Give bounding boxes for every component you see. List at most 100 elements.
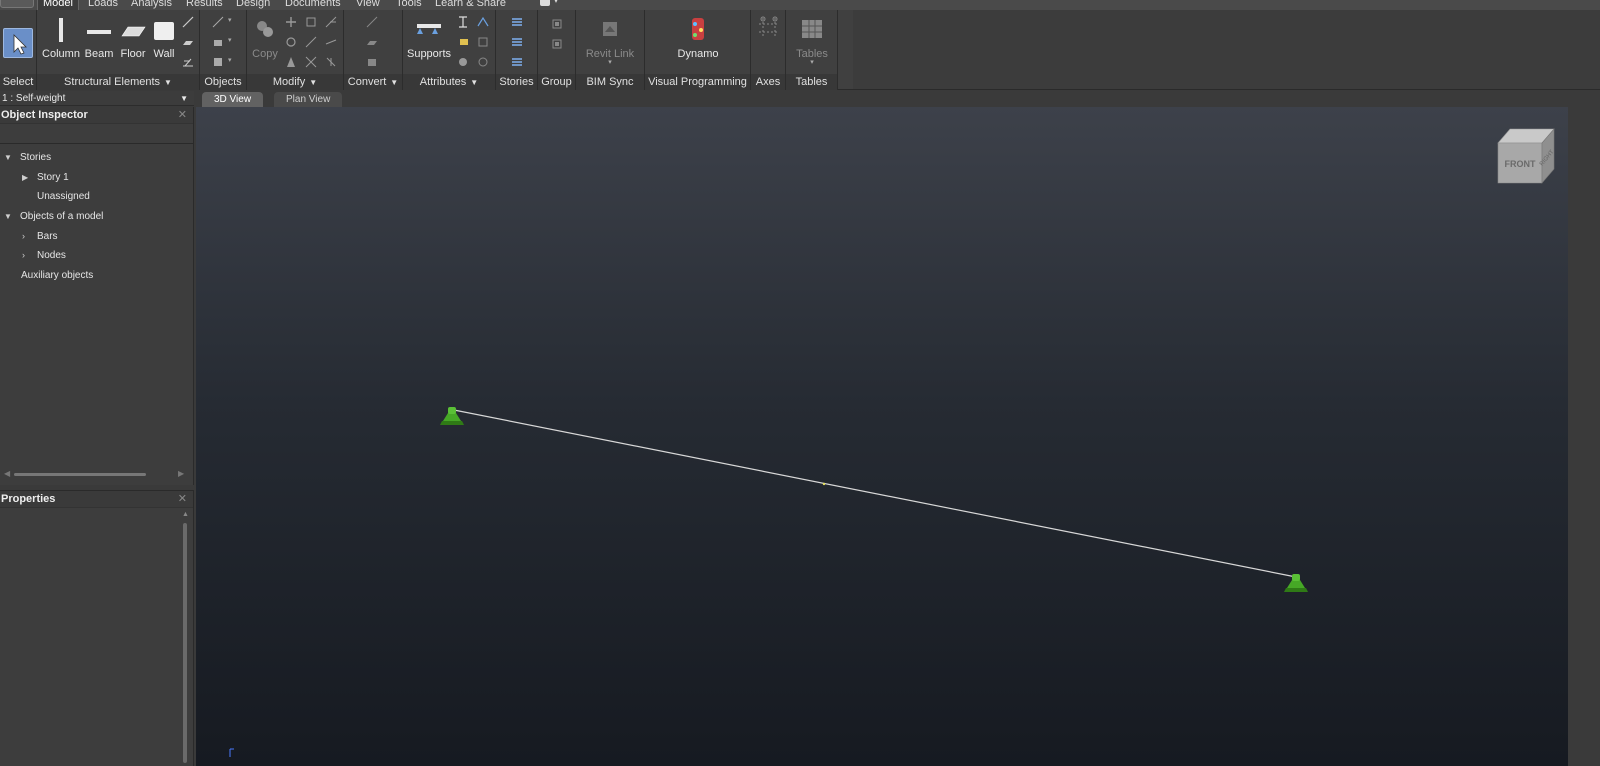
thickness-icon[interactable] — [457, 56, 469, 68]
panel-title-convert[interactable]: Convert ▼ — [344, 74, 402, 90]
tab-loads[interactable]: Loads — [88, 0, 118, 10]
move-icon[interactable] — [285, 16, 297, 28]
bar-midpoint-marker — [822, 482, 826, 486]
select-button[interactable] — [3, 28, 33, 58]
load-case-selector[interactable]: 1 : Self-weight ▼ — [0, 91, 194, 106]
divide-icon[interactable] — [325, 56, 337, 68]
rotate-icon[interactable] — [285, 36, 297, 48]
properties-title-bar: Properties ✕ — [0, 491, 193, 508]
tab-results[interactable]: Results — [186, 0, 223, 10]
chevron-right-icon[interactable]: › — [22, 231, 25, 241]
axes-icon[interactable] — [757, 16, 781, 40]
story-manager-icon[interactable] — [511, 36, 523, 48]
collapsed-triangle-icon[interactable]: ▶ — [22, 173, 28, 182]
floor-button[interactable]: Floor — [118, 14, 148, 60]
panel-convert: Convert ▼ — [344, 10, 403, 90]
rigid-link-icon[interactable] — [477, 56, 489, 68]
column-button[interactable]: Column — [42, 14, 80, 60]
panel-title-modify-label: Modify — [272, 76, 306, 88]
3d-viewport[interactable]: FRONT RIGHT — [196, 107, 1568, 766]
tables-button[interactable]: Tables ▾ — [792, 14, 832, 66]
solid-dropdown-icon[interactable]: ▾ — [228, 56, 232, 64]
tab-analysis[interactable]: Analysis — [131, 0, 172, 10]
tab-view[interactable]: View — [356, 0, 380, 10]
scroll-right-icon[interactable]: ▶ — [178, 469, 184, 478]
application-menu-button[interactable] — [0, 0, 34, 8]
convert-line-icon[interactable] — [366, 16, 378, 28]
inspector-horizontal-scrollbar[interactable]: ◀ ▶ — [4, 469, 186, 479]
chevron-down-icon: ▼ — [390, 78, 399, 87]
rectangle-dropdown-icon[interactable]: ▾ — [228, 36, 232, 44]
rectangle-icon[interactable] — [212, 36, 224, 48]
properties-title: Properties — [1, 493, 56, 505]
tab-design[interactable]: Design — [236, 0, 270, 10]
support-node-left[interactable] — [440, 407, 464, 425]
stair-tool-icon[interactable] — [182, 56, 194, 68]
panel-title-attributes[interactable]: Attributes ▼ — [403, 74, 495, 90]
convert-solid-icon[interactable] — [366, 56, 378, 68]
copy-label: Copy — [252, 48, 278, 60]
group-icon[interactable] — [551, 18, 563, 30]
panel-title-modify[interactable]: Modify ▼ — [247, 74, 343, 90]
story-add-icon[interactable] — [511, 16, 523, 28]
scale-icon[interactable] — [305, 16, 317, 28]
panel-tool-icon[interactable] — [182, 36, 194, 48]
dynamo-button[interactable]: Dynamo — [665, 14, 731, 60]
scrollbar-thumb[interactable] — [183, 523, 187, 763]
object-inspector-title-bar: Object Inspector ✕ — [0, 107, 193, 124]
beam-label: Beam — [84, 48, 114, 60]
trim-icon[interactable] — [325, 16, 337, 28]
support-node-right[interactable] — [1284, 574, 1308, 592]
tab-plan-view[interactable]: Plan View — [274, 92, 343, 107]
expanded-triangle-icon[interactable]: ▼ — [4, 212, 12, 221]
supports-button[interactable]: Supports — [405, 14, 453, 60]
release-icon[interactable] — [477, 16, 489, 28]
panel-title-objects: Objects — [200, 74, 246, 90]
viewport-canvas[interactable]: FRONT RIGHT — [196, 107, 1568, 766]
scroll-up-icon[interactable]: ▲ — [182, 511, 189, 518]
offset-icon[interactable] — [477, 36, 489, 48]
mirror-icon[interactable] — [285, 56, 297, 68]
tab-3d-view[interactable]: 3D View — [202, 92, 264, 107]
bar-element[interactable] — [453, 409, 1297, 578]
chevron-right-icon[interactable]: › — [22, 250, 25, 260]
intersect-icon[interactable] — [305, 56, 317, 68]
tab-documents[interactable]: Documents — [285, 0, 341, 10]
break-icon[interactable] — [325, 36, 337, 48]
revit-link-button[interactable]: Revit Link ▾ — [580, 14, 640, 66]
ungroup-icon[interactable] — [551, 38, 563, 50]
quick-access-icon[interactable] — [540, 0, 550, 6]
chevron-down-icon: ▼ — [470, 78, 479, 87]
close-icon[interactable]: ✕ — [178, 107, 187, 124]
expanded-triangle-icon[interactable]: ▼ — [4, 153, 12, 162]
close-icon[interactable]: ✕ — [178, 491, 187, 508]
scroll-left-icon[interactable]: ◀ — [4, 469, 10, 478]
properties-vertical-scrollbar[interactable]: ▲ — [181, 511, 189, 766]
panel-title-bim-sync: BIM Sync — [576, 74, 644, 90]
polyline-dropdown-icon[interactable]: ▾ — [228, 16, 232, 24]
extend-icon[interactable] — [305, 36, 317, 48]
line-tool-icon[interactable] — [182, 16, 194, 28]
copy-button[interactable]: Copy — [251, 14, 279, 60]
convert-panel-icon[interactable] — [366, 36, 378, 48]
section-icon[interactable] — [457, 16, 469, 28]
tree-item-label: Story 1 — [37, 172, 69, 183]
tab-model[interactable]: Model — [37, 0, 79, 10]
tab-learn-share[interactable]: Learn & Share — [435, 0, 506, 10]
wall-button[interactable]: Wall — [150, 14, 178, 60]
polyline-icon[interactable] — [212, 16, 224, 28]
panel-title-structural-elements[interactable]: Structural Elements ▼ — [37, 74, 199, 90]
story-list-icon[interactable] — [511, 56, 523, 68]
beam-button[interactable]: Beam — [82, 14, 116, 60]
material-icon[interactable] — [457, 36, 469, 48]
panel-attributes: Supports Attributes ▼ — [403, 10, 496, 90]
tree-item-label: Nodes — [37, 250, 66, 261]
scrollbar-thumb[interactable] — [14, 473, 146, 476]
solid-icon[interactable] — [212, 56, 224, 68]
tab-tools[interactable]: Tools — [396, 0, 422, 10]
view-cube[interactable]: FRONT RIGHT — [1497, 128, 1556, 184]
panel-title-group: Group — [538, 74, 575, 90]
quick-access-dropdown-icon[interactable]: ▾ — [554, 0, 558, 5]
panel-visual-programming: Dynamo Visual Programming — [645, 10, 751, 90]
load-case-value: 1 : Self-weight — [2, 93, 66, 104]
